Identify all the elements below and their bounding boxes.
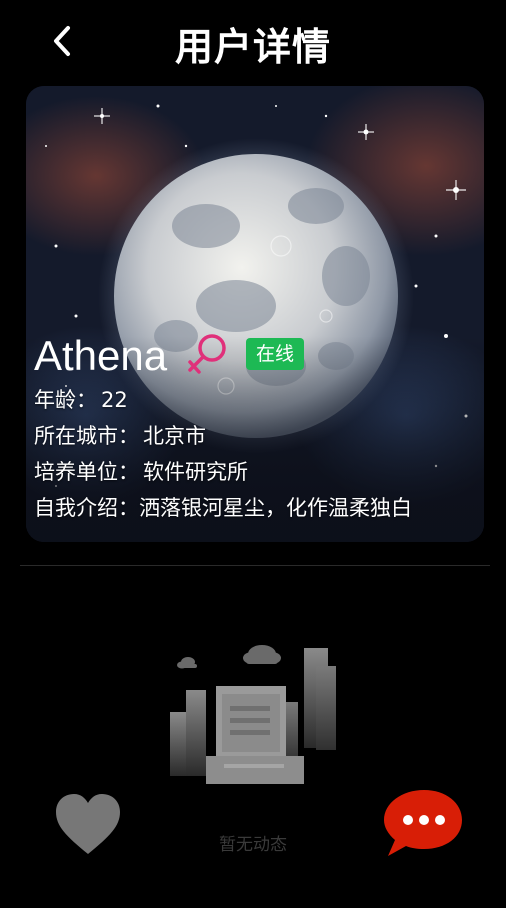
intro-row: 自我介绍：洒落银河星尘，化作温柔独白 — [34, 490, 474, 526]
profile-card: Athena 在线 年龄： 22 所在城市： 北京市 培养单位： 软件研究所 自我介绍… — [26, 86, 484, 542]
unit-label: 培养单位： — [34, 460, 139, 484]
intro-label: 自我介绍： — [34, 496, 139, 520]
empty-city-illustration — [170, 645, 336, 784]
unit-value: 软件研究所 — [143, 460, 248, 484]
user-name: Athena — [34, 332, 168, 379]
city-row: 所在城市： 北京市 — [34, 418, 474, 454]
age-value: 22 — [101, 388, 128, 412]
city-label: 所在城市： — [34, 424, 139, 448]
city-value: 北京市 — [143, 424, 206, 448]
age-label: 年龄： — [34, 388, 97, 412]
chat-button[interactable] — [382, 786, 464, 858]
unit-row: 培养单位： 软件研究所 — [34, 454, 474, 490]
female-icon — [188, 334, 226, 374]
divider — [20, 565, 490, 566]
profile-info: Athena 在线 年龄： 22 所在城市： 北京市 培养单位： 软件研究所 自我介绍… — [34, 332, 474, 526]
header: 用户详情 — [0, 0, 506, 84]
name-row: Athena 在线 — [34, 332, 474, 382]
heart-icon — [56, 794, 120, 854]
online-status-badge: 在线 — [246, 338, 305, 370]
intro-value: 洒落银河星尘，化作温柔独白 — [139, 496, 412, 520]
page-title: 用户详情 — [174, 25, 331, 69]
chat-bubble-icon — [384, 790, 462, 856]
like-button[interactable] — [52, 790, 124, 858]
age-row: 年龄： 22 — [34, 382, 474, 418]
